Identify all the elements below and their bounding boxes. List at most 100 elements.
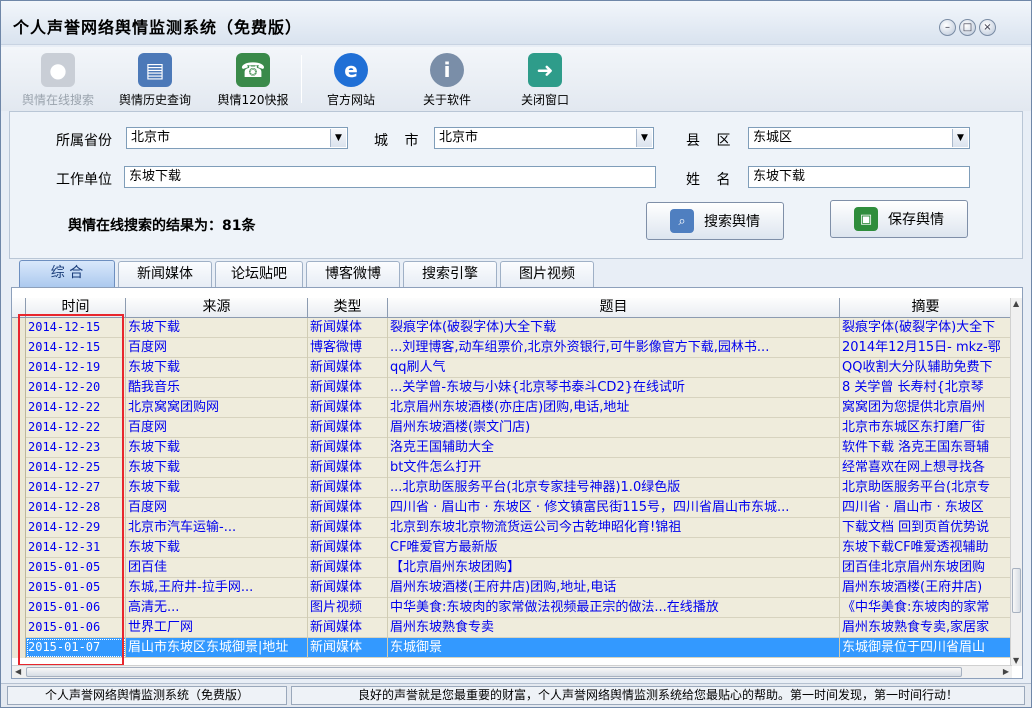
cell-type[interactable]: 新闻媒体 xyxy=(308,318,388,338)
cell-type[interactable]: 新闻媒体 xyxy=(308,478,388,498)
toolbar-online-search-button[interactable]: ● 舆情在线搜索 xyxy=(17,51,99,109)
toolbar-website-button[interactable]: e 官方网站 xyxy=(315,51,387,109)
cell-title[interactable]: ...关学曾-东坡与小妹{北京琴书泰斗CD2}在线试听 xyxy=(388,378,840,398)
minimize-button[interactable]: – xyxy=(939,19,956,36)
cell-type[interactable]: 新闻媒体 xyxy=(308,578,388,598)
cell-summary[interactable]: 下载文档 回到页首优势说 xyxy=(840,518,1012,538)
cell-summary[interactable]: 东城御景位于四川省眉山 xyxy=(840,638,1012,658)
cell-type[interactable]: 新闻媒体 xyxy=(308,618,388,638)
cell-source[interactable]: 东坡下载 xyxy=(126,358,308,378)
cell-summary[interactable]: 裂痕字体(破裂字体)大全下 xyxy=(840,318,1012,338)
tab-forums[interactable]: 论坛贴吧 xyxy=(215,261,303,287)
cell-title[interactable]: ...刘理博客,动车组票价,北京外资银行,可牛影像官方下载,园林书... xyxy=(388,338,840,358)
cell-source[interactable]: 眉山市东坡区东城御景|地址 xyxy=(126,638,308,658)
cell-title[interactable]: CF唯爱官方最新版 xyxy=(388,538,840,558)
chevron-down-icon[interactable]: ▼ xyxy=(330,129,346,147)
cell-title[interactable]: 北京到东坡北京物流货运公司今古乾坤昭化育!锦祖 xyxy=(388,518,840,538)
table-row[interactable]: 2014-12-22 百度网 新闻媒体 眉州东坡酒楼(崇文门店) 北京市东城区东打磨厂街 xyxy=(12,418,1012,438)
cell-source[interactable]: 团百佳 xyxy=(126,558,308,578)
title-bar[interactable]: 个人声誉网络舆情监测系统（免费版） – □ × xyxy=(1,1,1031,45)
chevron-down-icon[interactable]: ▼ xyxy=(636,129,652,147)
cell-type[interactable]: 图片视频 xyxy=(308,598,388,618)
cell-source[interactable]: 东坡下载 xyxy=(126,318,308,338)
toolbar-history-button[interactable]: ▤ 舆情历史查询 xyxy=(113,51,197,109)
cell-summary[interactable]: 《中华美食:东坡肉的家常 xyxy=(840,598,1012,618)
cell-source[interactable]: 北京市汽车运输-... xyxy=(126,518,308,538)
table-row[interactable]: 2014-12-15 东坡下载 新闻媒体 裂痕字体(破裂字体)大全下载 裂痕字体(破裂字… xyxy=(12,318,1012,338)
cell-source[interactable]: 百度网 xyxy=(126,338,308,358)
cell-summary[interactable]: 东坡下载CF唯爱透视辅助 xyxy=(840,538,1012,558)
cell-source[interactable]: 酷我音乐 xyxy=(126,378,308,398)
scroll-left-icon[interactable]: ◀ xyxy=(15,667,21,676)
cell-source[interactable]: 东坡下载 xyxy=(126,538,308,558)
cell-title[interactable]: 洛克王国辅助大全 xyxy=(388,438,840,458)
scroll-down-icon[interactable]: ▼ xyxy=(1013,656,1019,665)
cell-source[interactable]: 东坡下载 xyxy=(126,478,308,498)
cell-summary[interactable]: QQ收割大分队辅助免费下 xyxy=(840,358,1012,378)
cell-type[interactable]: 新闻媒体 xyxy=(308,418,388,438)
cell-title[interactable]: ...北京助医服务平台(北京专家挂号神器)1.0绿色版 xyxy=(388,478,840,498)
cell-type[interactable]: 新闻媒体 xyxy=(308,398,388,418)
horizontal-scroll-thumb[interactable] xyxy=(26,667,962,677)
cell-title[interactable]: 东城御景 xyxy=(388,638,840,658)
cell-summary[interactable]: 北京助医服务平台(北京专 xyxy=(840,478,1012,498)
table-row[interactable]: 2015-01-05 团百佳 新闻媒体 【北京眉州东坡团购】 团百佳北京眉州东坡团购 xyxy=(12,558,1012,578)
cell-summary[interactable]: 2014年12月15日- mkz-鄂 xyxy=(840,338,1012,358)
cell-type[interactable]: 新闻媒体 xyxy=(308,498,388,518)
tab-news-media[interactable]: 新闻媒体 xyxy=(118,261,212,287)
cell-type[interactable]: 新闻媒体 xyxy=(308,438,388,458)
cell-title[interactable]: 眉州东坡酒楼(崇文门店) xyxy=(388,418,840,438)
cell-type[interactable]: 新闻媒体 xyxy=(308,458,388,478)
cell-source[interactable]: 百度网 xyxy=(126,418,308,438)
scroll-right-icon[interactable]: ▶ xyxy=(1003,667,1009,676)
cell-title[interactable]: 北京眉州东坡酒楼(亦庄店)团购,电话,地址 xyxy=(388,398,840,418)
scroll-up-icon[interactable]: ▲ xyxy=(1013,299,1019,308)
table-row[interactable]: 2015-01-07 眉山市东坡区东城御景|地址 新闻媒体 东城御景 东城御景位于四川省… xyxy=(12,638,1012,658)
cell-summary[interactable]: 眉州东坡熟食专卖,家居家 xyxy=(840,618,1012,638)
tab-comprehensive[interactable]: 综 合 xyxy=(19,260,115,288)
cell-title[interactable]: qq刷人气 xyxy=(388,358,840,378)
horizontal-scrollbar[interactable]: ◀ ▶ xyxy=(12,665,1012,678)
table-row[interactable]: 2014-12-27 东坡下载 新闻媒体 ...北京助医服务平台(北京专家挂号神器)1… xyxy=(12,478,1012,498)
table-row[interactable]: 2014-12-22 北京窝窝团购网 新闻媒体 北京眉州东坡酒楼(亦庄店)团购,电话,… xyxy=(12,398,1012,418)
table-row[interactable]: 2015-01-06 世界工厂网 新闻媒体 眉州东坡熟食专卖 眉州东坡熟食专卖,家居家 xyxy=(12,618,1012,638)
close-button[interactable]: × xyxy=(979,19,996,36)
chevron-down-icon[interactable]: ▼ xyxy=(952,129,968,147)
table-row[interactable]: 2014-12-19 东坡下载 新闻媒体 qq刷人气 QQ收割大分队辅助免费下 xyxy=(12,358,1012,378)
cell-summary[interactable]: 四川省 · 眉山市 · 东坡区 xyxy=(840,498,1012,518)
save-opinion-button[interactable]: ▣ 保存舆情 xyxy=(830,200,968,238)
cell-title[interactable]: 中华美食:东坡肉的家常做法视频最正宗的做法...在线播放 xyxy=(388,598,840,618)
search-opinion-button[interactable]: ⌕ 搜索舆情 xyxy=(646,202,784,240)
results-table[interactable]: 时间 来源 类型 题目 摘要 2014-12-15 东坡下载 新闻媒体 裂痕字体(破裂… xyxy=(11,287,1023,679)
cell-title[interactable]: 裂痕字体(破裂字体)大全下载 xyxy=(388,318,840,338)
cell-type[interactable]: 新闻媒体 xyxy=(308,378,388,398)
district-select[interactable]: 东城区 ▼ xyxy=(748,127,970,149)
table-row[interactable]: 2014-12-25 东坡下载 新闻媒体 bt文件怎么打开 经常喜欢在网上想寻找各 xyxy=(12,458,1012,478)
cell-type[interactable]: 新闻媒体 xyxy=(308,538,388,558)
table-row[interactable]: 2015-01-06 高清无... 图片视频 中华美食:东坡肉的家常做法视频最正宗的做… xyxy=(12,598,1012,618)
cell-source[interactable]: 北京窝窝团购网 xyxy=(126,398,308,418)
cell-title[interactable]: 眉州东坡熟食专卖 xyxy=(388,618,840,638)
header-source[interactable]: 来源 xyxy=(126,298,308,318)
cell-summary[interactable]: 软件下载 洛克王国东哥辅 xyxy=(840,438,1012,458)
vertical-scrollbar[interactable]: ▲ ▼ xyxy=(1010,298,1022,666)
work-unit-input[interactable]: 东坡下载 xyxy=(124,166,656,188)
tab-images-video[interactable]: 图片视频 xyxy=(500,261,594,287)
header-title[interactable]: 题目 xyxy=(388,298,840,318)
cell-summary[interactable]: 团百佳北京眉州东坡团购 xyxy=(840,558,1012,578)
cell-summary[interactable]: 眉州东坡酒楼(王府井店) xyxy=(840,578,1012,598)
table-row[interactable]: 2014-12-23 东坡下载 新闻媒体 洛克王国辅助大全 软件下载 洛克王国东哥辅 xyxy=(12,438,1012,458)
cell-type[interactable]: 新闻媒体 xyxy=(308,638,388,658)
maximize-button[interactable]: □ xyxy=(959,19,976,36)
table-row[interactable]: 2014-12-28 百度网 新闻媒体 四川省 · 眉山市 · 东坡区 · 修文镇富民… xyxy=(12,498,1012,518)
cell-source[interactable]: 东坡下载 xyxy=(126,438,308,458)
cell-type[interactable]: 新闻媒体 xyxy=(308,358,388,378)
cell-source[interactable]: 高清无... xyxy=(126,598,308,618)
cell-source[interactable]: 世界工厂网 xyxy=(126,618,308,638)
cell-title[interactable]: 眉州东坡酒楼(王府井店)团购,地址,电话 xyxy=(388,578,840,598)
cell-type[interactable]: 新闻媒体 xyxy=(308,558,388,578)
cell-title[interactable]: 【北京眉州东坡团购】 xyxy=(388,558,840,578)
cell-title[interactable]: 四川省 · 眉山市 · 东坡区 · 修文镇富民街115号，四川省眉山市东城... xyxy=(388,498,840,518)
cell-summary[interactable]: 经常喜欢在网上想寻找各 xyxy=(840,458,1012,478)
province-select[interactable]: 北京市 ▼ xyxy=(126,127,348,149)
